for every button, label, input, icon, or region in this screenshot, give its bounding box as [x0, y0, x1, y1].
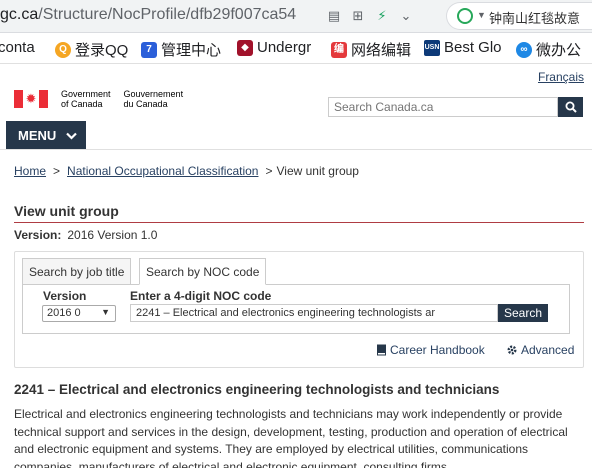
breadcrumb-home[interactable]: Home: [14, 164, 46, 178]
breadcrumb-noc[interactable]: National Occupational Classification: [67, 164, 258, 178]
noc-search-button[interactable]: Search: [498, 304, 548, 322]
language-toggle-link[interactable]: Français: [538, 70, 584, 84]
qq-icon: Q: [55, 41, 71, 58]
menu-divider: [0, 149, 592, 150]
browser-address-bar[interactable]: gc.ca/Structure/NocProfile/dfb29f007ca54…: [0, 0, 592, 33]
version-info: Version: 2016 Version 1.0: [14, 228, 158, 242]
noc-field-label: Enter a 4-digit NOC code: [130, 289, 272, 303]
shield-icon: ◆: [237, 39, 253, 56]
site-search-button[interactable]: [558, 97, 583, 117]
side-search-box[interactable]: ▼ 钟南山红毯故意: [446, 2, 592, 30]
government-signature[interactable]: ✹ Government of Canada Gouvernement du C…: [14, 89, 183, 109]
site-search-input[interactable]: [328, 97, 558, 117]
gov-fr-text: Gouvernement du Canada: [123, 89, 184, 109]
tab-search-by-noc-code[interactable]: Search by NOC code: [139, 258, 267, 285]
office-icon: ∞: [516, 41, 532, 58]
noc-code-input[interactable]: 2241 – Electrical and electronics engine…: [130, 304, 498, 322]
tab-search-by-job-title[interactable]: Search by job title: [22, 258, 132, 285]
usn-icon: USN: [424, 39, 440, 56]
title-rule: [14, 222, 584, 223]
book-icon: [377, 344, 386, 356]
page-title: View unit group: [14, 203, 119, 219]
bookmark-item[interactable]: 编网络编辑: [331, 39, 411, 60]
bookmark-item[interactable]: 7 管理中心: [141, 39, 221, 60]
canada-flag-icon: ✹: [14, 90, 48, 108]
apps-grid-icon[interactable]: ⊞: [350, 8, 366, 24]
advanced-link[interactable]: Advanced: [506, 343, 574, 357]
bookmark-item[interactable]: USN Best Glo: [424, 39, 502, 56]
menu-button[interactable]: MENU: [6, 121, 86, 150]
site-search: [328, 97, 583, 117]
chevron-down-icon[interactable]: ⌄: [398, 8, 414, 24]
admin-icon: 7: [141, 41, 157, 58]
gear-icon: [507, 345, 517, 355]
address-bar-icons: ▤ ⊞ ⚡ ⌄: [326, 8, 414, 24]
bookmark-item[interactable]: ∞ 微办公: [516, 39, 581, 60]
bookmark-item[interactable]: ◆ Undergr: [237, 39, 311, 56]
menu-label: MENU: [18, 128, 57, 143]
edit-icon: 编: [331, 41, 347, 58]
unit-group-title: 2241 – Electrical and electronics engine…: [14, 382, 500, 397]
reader-mode-icon[interactable]: ▤: [326, 8, 342, 24]
url-text[interactable]: gc.ca/Structure/NocProfile/dfb29f007ca54: [0, 6, 296, 24]
bookmark-item[interactable]: conta: [0, 39, 35, 56]
search-icon: [565, 101, 577, 113]
unit-group-description: Electrical and electronics engineering t…: [14, 407, 568, 468]
search-engine-icon: [457, 8, 473, 24]
breadcrumb-current: View unit group: [276, 164, 359, 178]
breadcrumb: Home > National Occupational Classificatio…: [14, 164, 359, 178]
career-handbook-link[interactable]: Career Handbook: [376, 343, 485, 357]
version-field-label: Version: [43, 289, 87, 303]
bookmark-item[interactable]: Q 登录QQ: [55, 39, 128, 60]
gov-en-text: Government of Canada: [61, 89, 111, 109]
bookmarks-bar: conta Q 登录QQ 7 管理中心 ◆ Undergr 编网络编辑 USN Best…: [0, 33, 592, 64]
lightning-icon[interactable]: ⚡: [374, 8, 390, 24]
chevron-down-icon: [66, 132, 78, 140]
select-arrow-icon: ▼: [101, 307, 110, 317]
version-select[interactable]: 2016 0 ▼: [42, 305, 116, 322]
side-search-text[interactable]: 钟南山红毯故意: [489, 8, 580, 27]
caret-down-icon[interactable]: ▼: [477, 10, 486, 20]
